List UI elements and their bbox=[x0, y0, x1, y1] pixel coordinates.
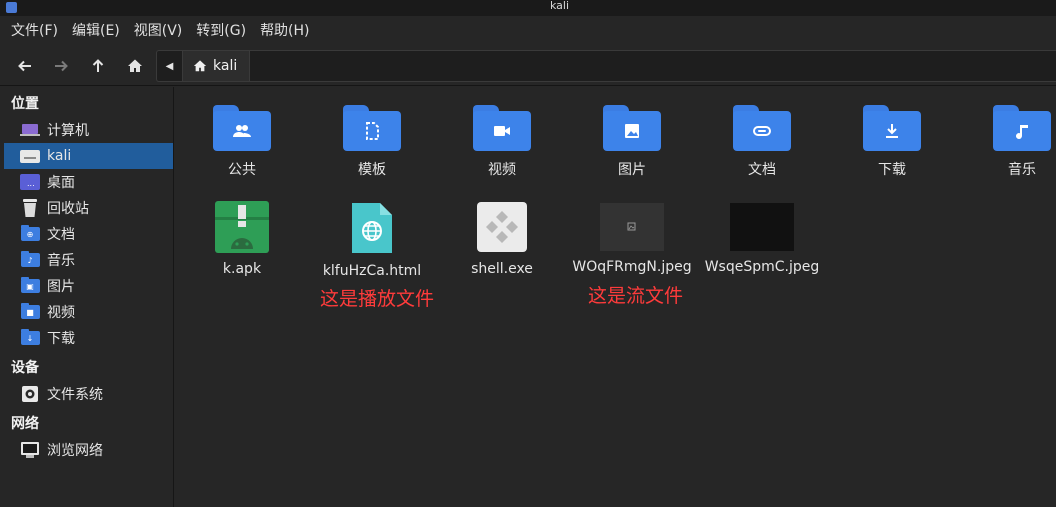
sidebar-item-videos[interactable]: ■ 视频 bbox=[4, 299, 173, 325]
annotation-jpeg-note: 这是流文件 bbox=[588, 285, 684, 307]
videos-folder-icon: ■ bbox=[20, 303, 40, 320]
folder-public[interactable]: 公共 bbox=[177, 105, 307, 179]
sidebar: 位置 计算机 kali ... 桌面 回收站 ⊕ 文档 ♪ 音乐 ▣ 图片 ■ … bbox=[0, 87, 174, 507]
home-folder-icon bbox=[20, 148, 40, 164]
menu-go[interactable]: 转到(G) bbox=[189, 16, 253, 46]
path-scroll-left-button[interactable]: ◀ bbox=[157, 51, 183, 81]
menu-view[interactable]: 视图(V) bbox=[127, 16, 190, 46]
downloads-folder-icon bbox=[863, 105, 921, 151]
videos-folder-icon bbox=[473, 105, 531, 151]
sidebar-item-downloads[interactable]: ↓ 下载 bbox=[4, 325, 173, 351]
home-icon bbox=[193, 60, 207, 72]
templates-folder-icon bbox=[343, 105, 401, 151]
file-wsqespmc-jpeg[interactable]: WsqeSpmC.jpeg bbox=[697, 201, 827, 275]
documents-folder-icon bbox=[733, 105, 791, 151]
toolbar: ◀ kali bbox=[0, 46, 1056, 86]
sidebar-item-pictures[interactable]: ▣ 图片 bbox=[4, 273, 173, 299]
downloads-folder-icon: ↓ bbox=[20, 329, 40, 346]
computer-icon bbox=[20, 122, 40, 138]
music-folder-icon: ♪ bbox=[20, 251, 40, 268]
up-button[interactable] bbox=[85, 53, 111, 79]
forward-button[interactable] bbox=[48, 53, 74, 79]
window-title: kali bbox=[550, 0, 570, 12]
home-button[interactable] bbox=[122, 53, 148, 79]
network-icon bbox=[20, 442, 40, 458]
file-woqfrmgn-jpeg[interactable]: WOqFRmgN.jpeg bbox=[567, 201, 697, 275]
sidebar-item-kali[interactable]: kali bbox=[4, 143, 173, 169]
folder-pictures[interactable]: 图片 bbox=[567, 105, 697, 179]
svg-text:...: ... bbox=[27, 179, 35, 188]
menu-help[interactable]: 帮助(H) bbox=[253, 16, 316, 46]
pictures-folder-icon: ▣ bbox=[20, 277, 40, 294]
menu-edit[interactable]: 编辑(E) bbox=[65, 16, 127, 46]
exe-file-icon bbox=[477, 202, 527, 252]
sidebar-item-trash[interactable]: 回收站 bbox=[4, 195, 173, 221]
path-bar: ◀ kali bbox=[156, 50, 1056, 82]
sidebar-item-documents[interactable]: ⊕ 文档 bbox=[4, 221, 173, 247]
desktop-icon: ... bbox=[20, 174, 40, 190]
path-crumb-home[interactable]: kali bbox=[183, 51, 251, 81]
path-crumb-label: kali bbox=[213, 58, 238, 74]
network-header: 网络 bbox=[11, 416, 39, 432]
image-thumbnail-icon bbox=[600, 203, 664, 251]
trash-icon bbox=[20, 199, 40, 217]
folder-documents[interactable]: 文档 bbox=[697, 105, 827, 179]
android-package-icon bbox=[215, 201, 269, 253]
file-shell-exe[interactable]: shell.exe bbox=[437, 201, 567, 277]
drive-icon bbox=[20, 386, 40, 402]
music-folder-icon bbox=[993, 105, 1051, 151]
sidebar-item-network[interactable]: 浏览网络 bbox=[4, 437, 173, 463]
annotation-html-note: 这是播放文件 bbox=[320, 288, 435, 310]
html-file-icon bbox=[352, 203, 392, 253]
folder-music[interactable]: 音乐 bbox=[957, 105, 1056, 179]
arrow-right-icon bbox=[55, 60, 68, 72]
title-bar: kali bbox=[0, 0, 1056, 16]
folder-videos[interactable]: 视频 bbox=[437, 105, 567, 179]
public-folder-icon bbox=[213, 105, 271, 151]
devices-header: 设备 bbox=[11, 360, 39, 376]
menu-file[interactable]: 文件(F) bbox=[4, 16, 65, 46]
menu-bar: 文件(F) 编辑(E) 视图(V) 转到(G) 帮助(H) bbox=[0, 16, 1056, 46]
arrow-left-icon bbox=[18, 60, 31, 72]
sidebar-item-desktop[interactable]: ... 桌面 bbox=[4, 169, 173, 195]
sidebar-item-computer[interactable]: 计算机 bbox=[4, 117, 173, 143]
folder-downloads[interactable]: 下载 bbox=[827, 105, 957, 179]
file-html[interactable]: klfuHzCa.html bbox=[307, 201, 437, 279]
places-header: 位置 bbox=[11, 96, 39, 112]
back-button[interactable] bbox=[12, 53, 38, 79]
file-view: 公共 模板 视频 图片 文档 下载 音乐 k.apk klfuHzCa.html… bbox=[175, 87, 1056, 507]
file-k-apk[interactable]: k.apk bbox=[177, 201, 307, 277]
documents-folder-icon: ⊕ bbox=[20, 225, 40, 242]
sidebar-item-filesystem[interactable]: 文件系统 bbox=[4, 381, 173, 407]
home-icon bbox=[128, 59, 142, 72]
sidebar-item-music[interactable]: ♪ 音乐 bbox=[4, 247, 173, 273]
folder-templates[interactable]: 模板 bbox=[307, 105, 437, 179]
image-thumbnail-icon bbox=[730, 203, 794, 251]
arrow-up-icon bbox=[92, 59, 104, 72]
pictures-folder-icon bbox=[603, 105, 661, 151]
